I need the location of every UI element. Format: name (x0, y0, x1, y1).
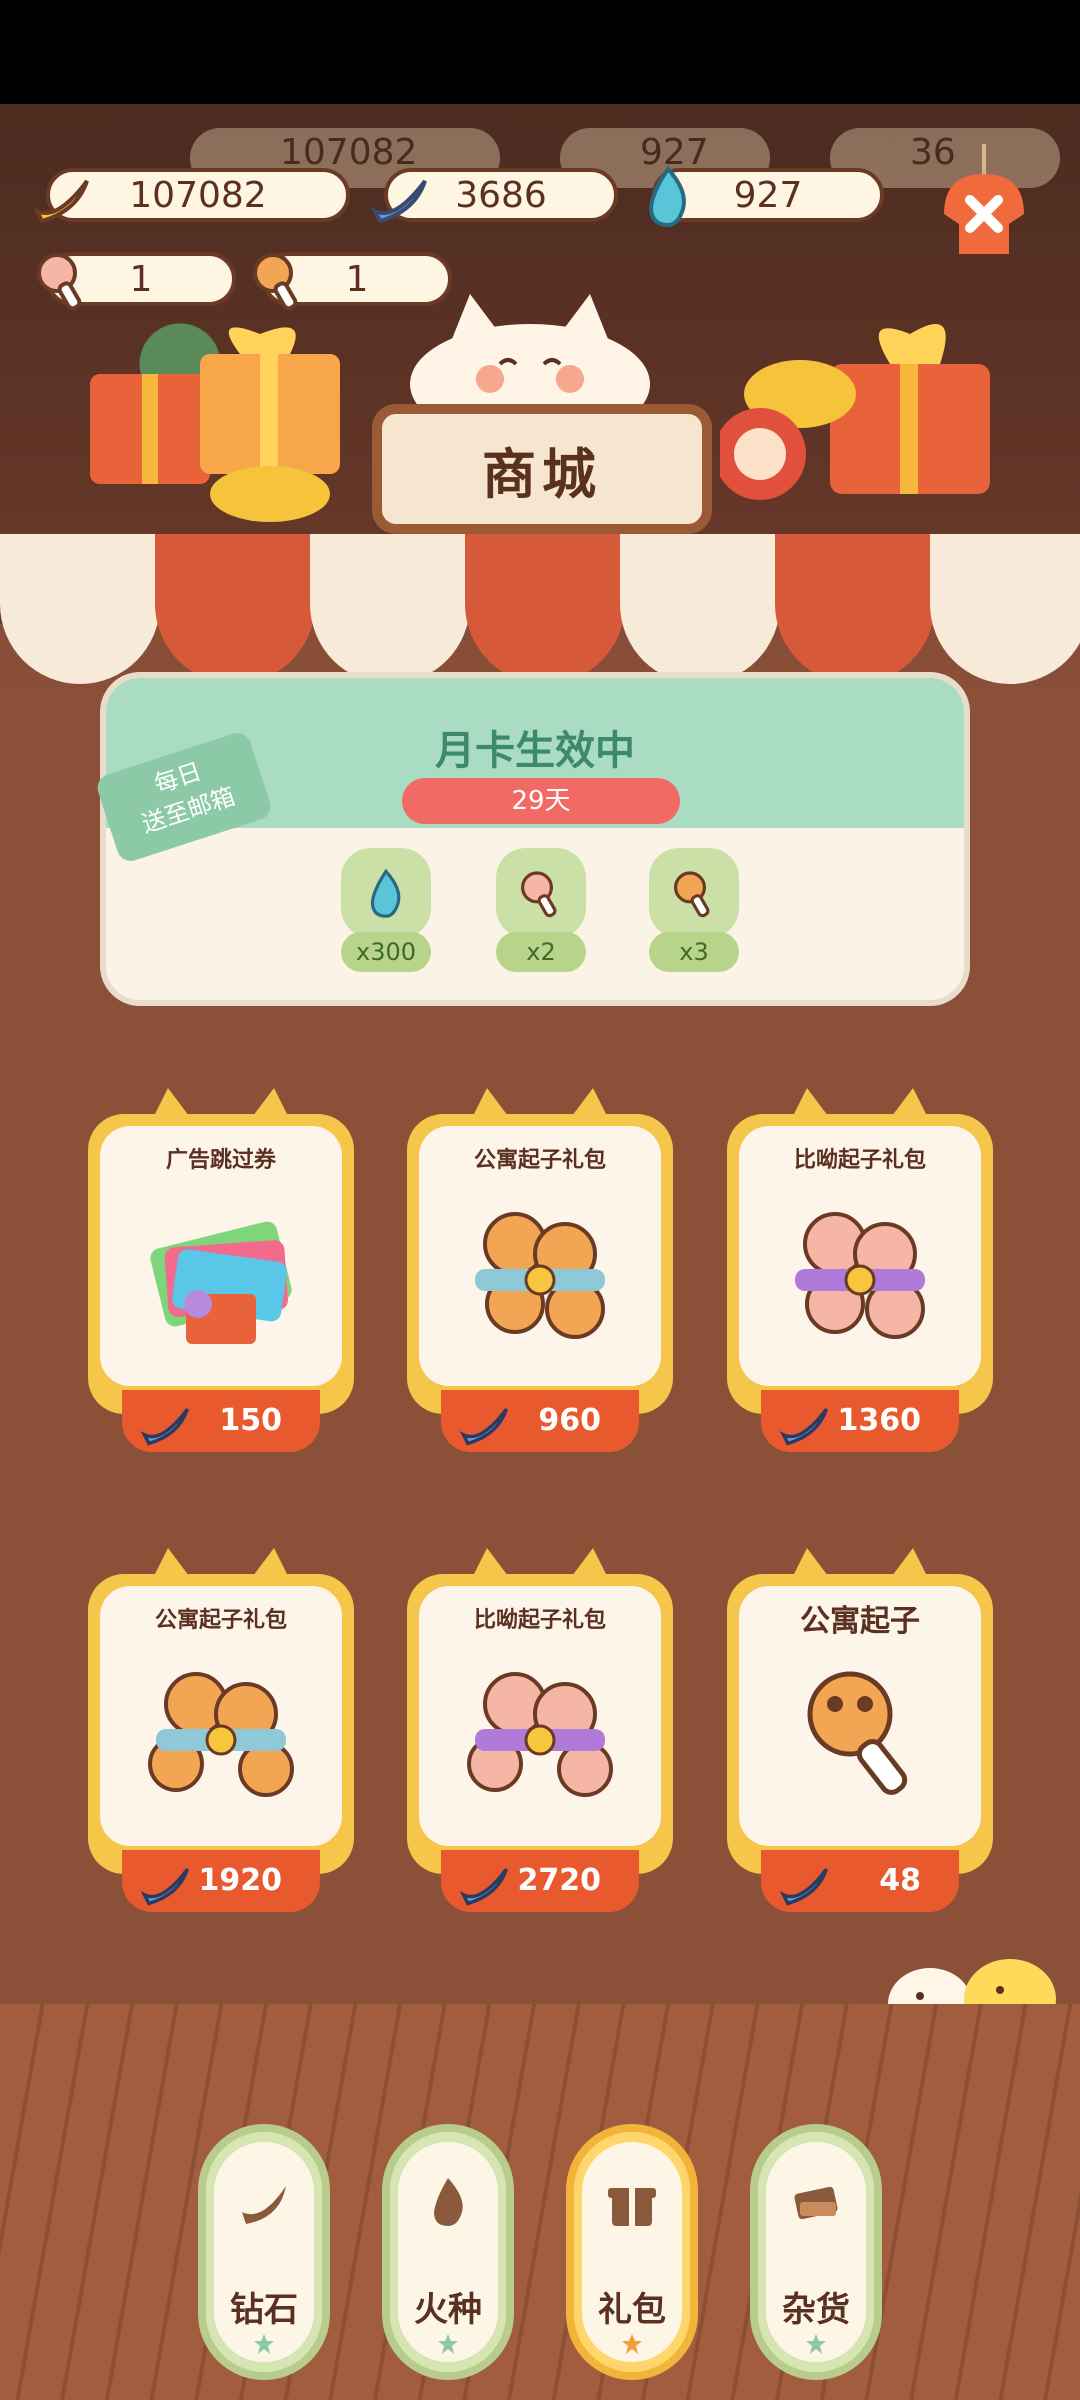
apartment-opener-pill[interactable]: 1 (37, 252, 236, 311)
ad-skip-ticket-icon (150, 1221, 292, 1344)
price-tag[interactable]: 2720 (441, 1850, 639, 1912)
apartment-opener-bundle-icon (148, 1672, 294, 1797)
shop-item-title: 比呦起子礼包 (473, 1608, 606, 1633)
shop-item-card[interactable]: 公寓起子 48 (727, 1534, 993, 1914)
star-icon (438, 2334, 458, 2354)
days-remaining-badge: 29天 (402, 778, 680, 824)
blue-fire-icon (341, 848, 431, 938)
goods-icon (794, 2186, 838, 2220)
blue-banana-icon (779, 1868, 829, 1906)
blue-fire-icon (630, 158, 706, 234)
reward-quantity: x3 (649, 932, 739, 972)
pink-paw-opener-icon (24, 242, 100, 318)
awning-scallop (0, 534, 160, 684)
apartment-opener-value: 1 (129, 258, 153, 300)
tab-label: 礼包 (598, 2290, 666, 2330)
price-value: 2720 (517, 1863, 602, 1898)
tab-gift-packs[interactable]: 礼包 (566, 2124, 698, 2380)
biyou-opener-bundle-icon (795, 1212, 925, 1339)
price-tag[interactable]: 150 (122, 1390, 320, 1452)
awning-scallop (775, 534, 935, 684)
monthly-reward-item: x300 (336, 848, 436, 988)
fire-pill[interactable]: 927 (648, 165, 884, 228)
gift-icon (608, 2188, 656, 2226)
shop-sign: 商城 (372, 404, 712, 534)
blue-banana-icon (779, 1408, 829, 1446)
shop-item-title: 公寓起子礼包 (154, 1608, 287, 1633)
shop-item-title: 公寓起子礼包 (473, 1148, 606, 1173)
awning-scallop (620, 534, 780, 684)
shop-item-title: 公寓起子 (800, 1604, 920, 1639)
shop-item-card[interactable]: 广告跳过券 150 (88, 1074, 354, 1454)
bananas-value: 107082 (129, 174, 267, 216)
tab-diamonds[interactable]: 钻石 (198, 2124, 330, 2380)
awning-scallop (930, 534, 1080, 684)
shop-item-card[interactable]: 公寓起子礼包 1920 (88, 1534, 354, 1914)
star-icon (622, 2334, 642, 2354)
tab-label: 杂货 (782, 2290, 850, 2330)
price-tag[interactable]: 1920 (122, 1850, 320, 1912)
price-value: 48 (879, 1863, 921, 1898)
tab-fire[interactable]: 火种 (382, 2124, 514, 2380)
status-bar (0, 0, 1080, 104)
monthly-card-panel[interactable]: 月卡生效中 29天 x300 x2 x3 (100, 672, 970, 1006)
close-button[interactable] (934, 144, 1034, 274)
shop-item-title: 比呦起子礼包 (793, 1148, 926, 1173)
reward-quantity: x300 (341, 932, 431, 972)
banana-icon (242, 2186, 286, 2224)
blue-banana-icon (459, 1408, 509, 1446)
biyou-opener-value: 1 (345, 258, 369, 300)
awning-scallop (465, 534, 625, 684)
orange-paw-opener-icon (649, 848, 739, 938)
star-icon (806, 2334, 826, 2354)
star-icon (254, 2334, 274, 2354)
shop-item-card[interactable]: 公寓起子礼包 960 (407, 1074, 673, 1454)
banana-icon (24, 158, 100, 234)
price-value: 150 (219, 1403, 282, 1438)
blue-banana-icon (362, 158, 438, 234)
awning-scallop (310, 534, 470, 684)
gift-boxes-left-icon (90, 327, 340, 522)
price-tag[interactable]: 960 (441, 1390, 639, 1452)
bottom-floor (0, 2004, 1080, 2400)
blue-bananas-value: 3686 (455, 174, 547, 216)
biyou-opener-pill[interactable]: 1 (253, 252, 452, 311)
price-value: 960 (538, 1403, 601, 1438)
bananas-pill[interactable]: 107082 (32, 168, 350, 224)
apartment-opener-bundle-icon (475, 1212, 605, 1339)
apartment-opener-icon (807, 1671, 908, 1795)
reward-quantity: x2 (496, 932, 586, 972)
price-value: 1920 (198, 1863, 283, 1898)
biyou-opener-bundle-icon (467, 1672, 613, 1797)
tab-goods[interactable]: 杂货 (750, 2124, 882, 2380)
price-tag[interactable]: 1360 (761, 1390, 959, 1452)
pink-paw-opener-icon (496, 848, 586, 938)
fire-value: 927 (733, 174, 803, 216)
blue-banana-icon (459, 1868, 509, 1906)
shop-item-card[interactable]: 比呦起子礼包 1360 (727, 1074, 993, 1454)
monthly-reward-item: x2 (491, 848, 591, 988)
shop-item-card[interactable]: 比呦起子礼包 2720 (407, 1534, 673, 1914)
close-icon (944, 144, 1024, 254)
blue-banana-icon (140, 1408, 190, 1446)
blue-banana-icon (140, 1868, 190, 1906)
monthly-reward-item: x3 (644, 848, 744, 988)
orange-paw-opener-icon (240, 242, 316, 318)
fire-icon (434, 2178, 463, 2226)
awning-scallop (155, 534, 315, 684)
shop-scene: 107082 927 36 107082 3686 927 1 1 商城 月卡生… (0, 104, 1080, 2400)
price-value: 1360 (837, 1403, 922, 1438)
tab-label: 火种 (414, 2290, 482, 2330)
blue-bananas-pill[interactable]: 3686 (370, 168, 618, 224)
shop-item-title: 广告跳过券 (165, 1148, 276, 1173)
page-title: 商城 (482, 442, 602, 506)
price-tag[interactable]: 48 (761, 1850, 959, 1912)
tab-label: 钻石 (230, 2290, 298, 2330)
gift-boxes-right-icon (720, 324, 990, 500)
